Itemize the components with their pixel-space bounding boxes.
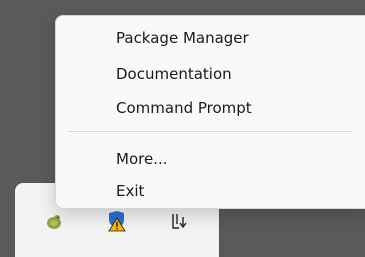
usb-device-icon[interactable]: [168, 210, 190, 232]
menu-item-command-prompt[interactable]: Command Prompt: [62, 93, 365, 123]
security-warning-icon[interactable]: [105, 210, 127, 232]
python-snake-icon[interactable]: [43, 210, 65, 232]
tray-context-menu: Package Manager Documentation Command Pr…: [55, 15, 365, 209]
menu-item-exit[interactable]: Exit: [62, 176, 365, 206]
menu-item-more[interactable]: More...: [62, 144, 365, 174]
menu-item-documentation[interactable]: Documentation: [62, 59, 365, 89]
desktop-background: Package Manager Documentation Command Pr…: [0, 0, 365, 257]
menu-separator: [68, 131, 352, 132]
menu-item-package-manager[interactable]: Package Manager: [62, 23, 365, 53]
